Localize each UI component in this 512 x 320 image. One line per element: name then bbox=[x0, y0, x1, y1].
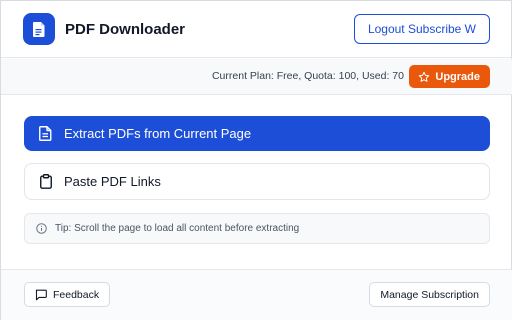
paste-pdf-links-label: Paste PDF Links bbox=[64, 174, 161, 189]
star-icon bbox=[418, 71, 430, 83]
app-title: PDF Downloader bbox=[65, 20, 186, 38]
clipboard-icon bbox=[40, 174, 52, 189]
document-icon bbox=[32, 21, 46, 38]
upgrade-button[interactable]: Upgrade bbox=[409, 65, 490, 88]
extract-pdfs-button[interactable]: Extract PDFs from Current Page bbox=[24, 116, 490, 151]
footer: Feedback Manage Subscription bbox=[1, 269, 512, 320]
plan-bar: Current Plan: Free, Quota: 100, Used: 70… bbox=[1, 59, 512, 95]
feedback-button[interactable]: Feedback bbox=[24, 282, 111, 307]
info-icon bbox=[36, 223, 47, 234]
extract-pdfs-label: Extract PDFs from Current Page bbox=[64, 126, 252, 141]
upgrade-label: Upgrade bbox=[435, 70, 480, 83]
plan-status-text: Current Plan: Free, Quota: 100, Used: 70 bbox=[211, 70, 404, 82]
manage-subscription-button[interactable]: Manage Subscription bbox=[369, 282, 490, 307]
header: PDF Downloader Logout Subscribe W bbox=[1, 1, 512, 58]
message-square-icon bbox=[35, 289, 47, 301]
app-logo bbox=[23, 13, 55, 45]
paste-pdf-links-button[interactable]: Paste PDF Links bbox=[24, 163, 490, 200]
tip-box: Tip: Scroll the page to load all content… bbox=[24, 213, 490, 244]
file-text-icon bbox=[39, 126, 52, 141]
logout-button[interactable]: Logout Subscribe W bbox=[353, 14, 490, 44]
popup-window: PDF Downloader Logout Subscribe W Curren… bbox=[0, 0, 512, 320]
feedback-label: Feedback bbox=[53, 288, 100, 301]
tip-text: Tip: Scroll the page to load all content… bbox=[55, 223, 300, 234]
